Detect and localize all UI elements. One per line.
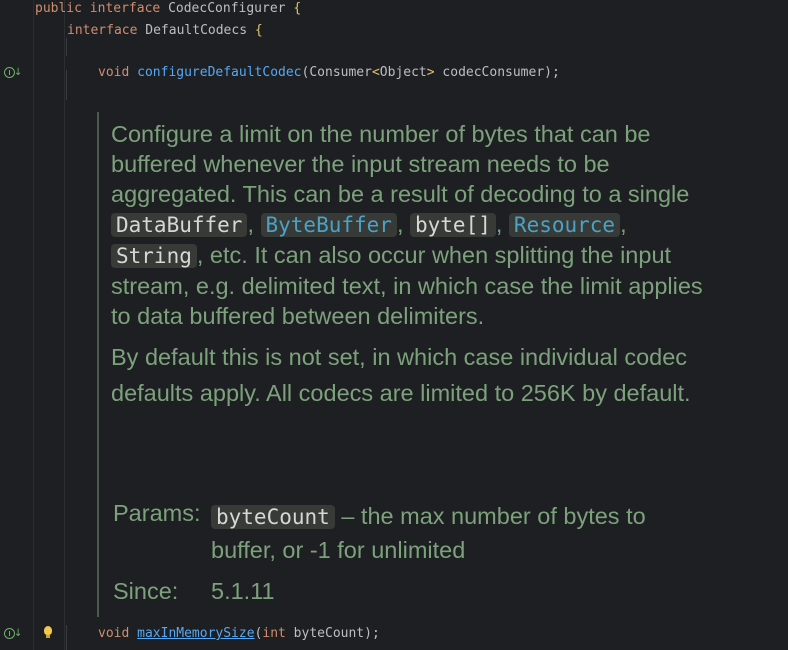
angle-bracket: < [371,65,380,80]
brace: { [293,1,302,16]
code-line-interface-codecconfigurer[interactable]: public interface CodecConfigurer { [35,0,301,18]
indent-guide [66,625,67,650]
param-name: byteCount [285,626,365,641]
code-ref-databuffer: DataBuffer [111,213,248,237]
doc-text: , etc. It can also occur when splitting … [111,242,703,329]
indent-guide [66,38,67,56]
doc-text: Configure a limit on the number of bytes… [111,121,690,207]
method-name[interactable]: maxInMemorySize [137,626,254,641]
implemented-method-icon[interactable]: ↓ [4,66,22,80]
doc-text: , [620,211,627,237]
code-line-max-in-memory-size[interactable]: void maxInMemorySize(int byteCount); [98,625,380,643]
code-line-configure-default-codec[interactable]: void configureDefaultCodec(Consumer<Obje… [98,64,560,82]
doc-text: , [247,211,261,237]
paren: ); [364,626,380,641]
paren: ); [544,65,560,80]
rendered-javadoc: Configure a limit on the number of bytes… [111,119,711,411]
gutter-separator [33,0,34,650]
since-value: 5.1.11 [211,578,275,604]
type-name[interactable]: Consumer [309,65,372,80]
doc-paragraph: By default this is not set, in which cas… [111,344,691,406]
code-link-resource[interactable]: Resource [508,213,621,237]
doc-comment-bar [97,112,99,617]
since-label: Since: [113,578,179,604]
params-label: Params: [113,500,201,526]
keyword: int [262,626,286,641]
method-name[interactable]: configureDefaultCodec [137,65,301,80]
implemented-method-icon[interactable]: ↓ [4,627,22,641]
keyword: public [35,1,82,16]
code-line-interface-defaultcodecs[interactable]: interface DefaultCodecs { [67,22,263,40]
code-ref-byte-array: byte[] [410,213,496,237]
type-name[interactable]: Object [380,65,427,80]
keyword: interface [67,23,138,38]
keyword: void [98,65,130,80]
brace: { [254,23,263,38]
indent-guide [66,70,67,100]
param-description: byteCount – the max number of bytes to b… [211,500,681,567]
param-name: codecConsumer [434,65,545,80]
interface-name[interactable]: CodecConfigurer [168,1,285,16]
lightbulb-icon[interactable] [44,626,52,638]
interface-name[interactable]: DefaultCodecs [145,23,247,38]
keyword: void [98,626,130,641]
angle-bracket: > [426,65,435,80]
code-link-bytebuffer[interactable]: ByteBuffer [260,213,397,237]
doc-text: , [495,211,509,237]
doc-paragraph: Configure a limit on the number of bytes… [111,119,711,331]
code-ref-string: String [111,244,197,268]
doc-text: , [396,211,410,237]
gutter-separator [64,0,65,650]
param-name-chip: byteCount [211,505,335,529]
keyword: interface [89,1,161,16]
